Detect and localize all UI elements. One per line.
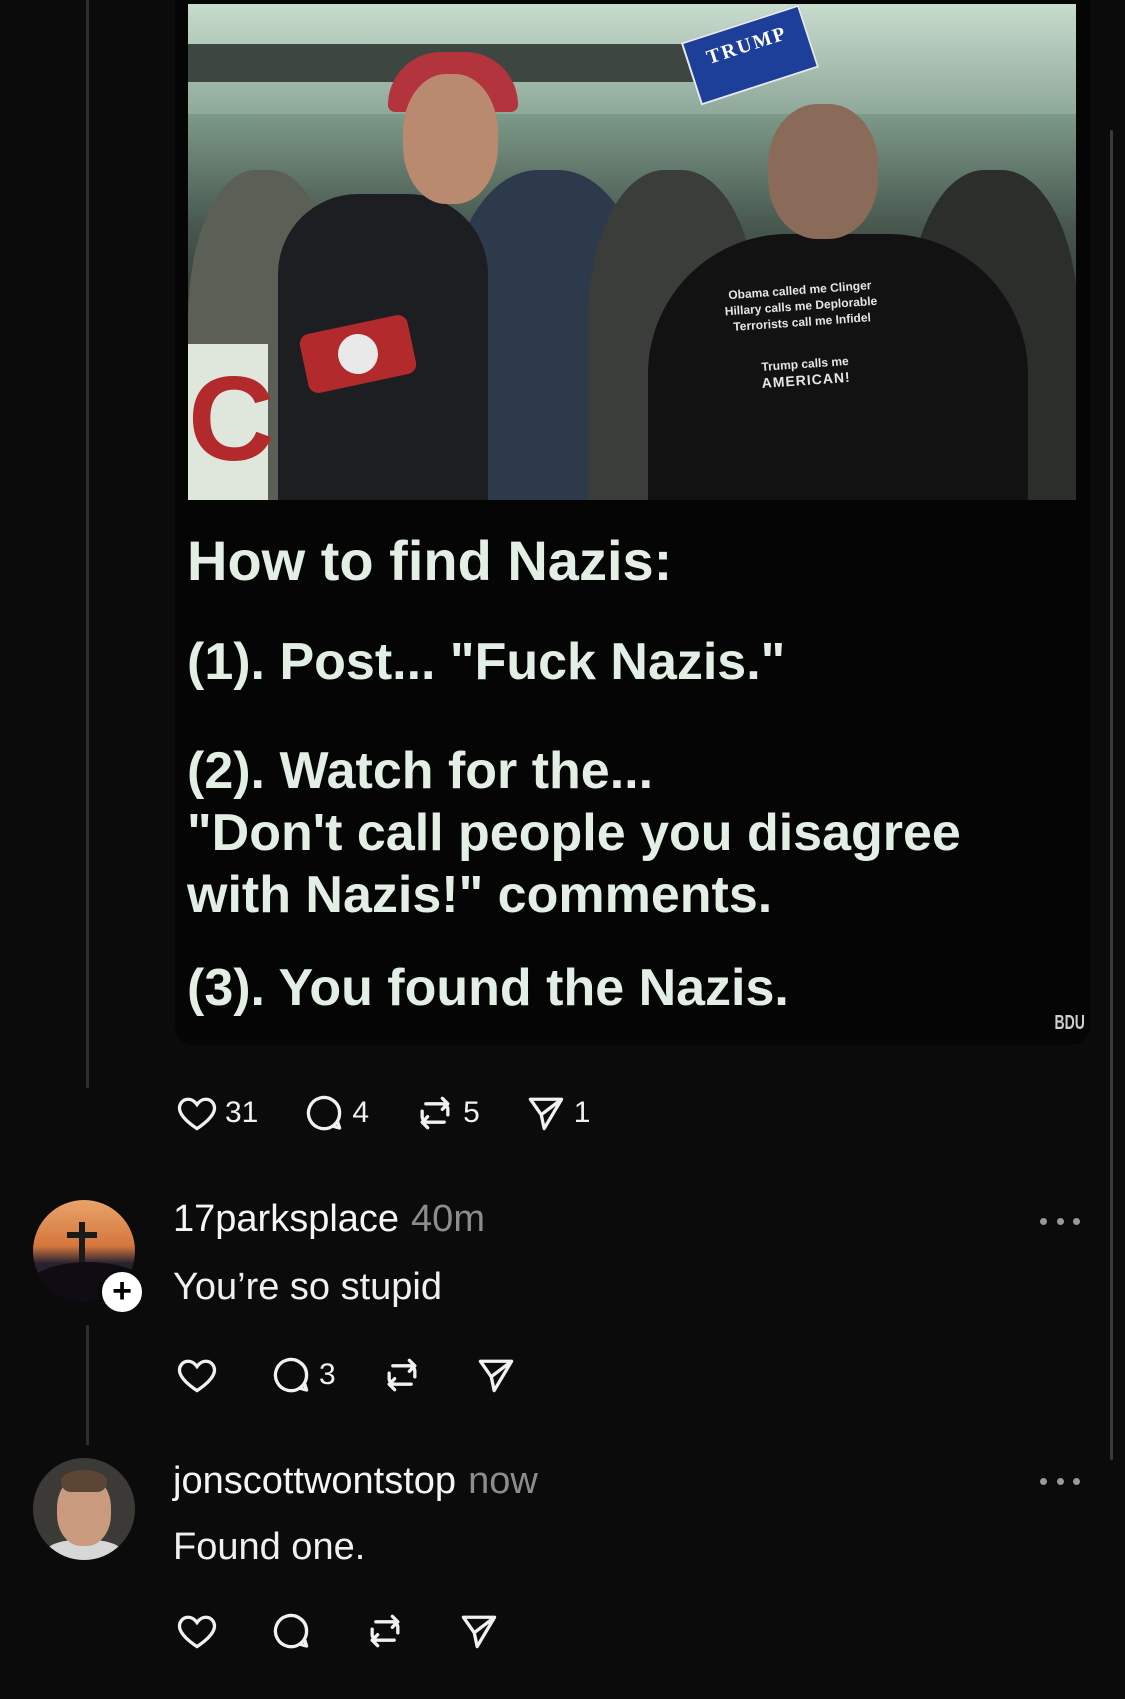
share-button[interactable]: 1 (524, 1091, 591, 1135)
reply-1-repost-button[interactable] (380, 1353, 430, 1397)
heart-icon (177, 1359, 217, 1393)
like-button[interactable]: 31 (175, 1091, 258, 1135)
reply-2-header: jonscottwontstop now (173, 1460, 538, 1503)
reply-1-reply-button[interactable]: 3 (269, 1353, 336, 1397)
meme-caption-step-2: (2). Watch for the... "Don't call people… (187, 742, 961, 924)
reply-1-header: 17parksplace 40m (173, 1198, 485, 1241)
repost-icon (420, 1096, 450, 1130)
post-image[interactable]: C TRUMP Obama called me Clinger Hillary … (175, 0, 1090, 1045)
reply-2-more-icon[interactable] (1040, 1478, 1080, 1492)
thread-line-top (86, 0, 89, 1088)
heart-icon (177, 1615, 217, 1649)
reply-2-reply-button[interactable] (269, 1609, 319, 1653)
reply-2-like-button[interactable] (175, 1609, 225, 1653)
scrollbar[interactable] (1110, 130, 1113, 1460)
reply-2-repost-button[interactable] (363, 1609, 413, 1653)
follow-plus-icon[interactable]: + (98, 1268, 146, 1316)
reply-1-reply-count: 3 (319, 1358, 336, 1391)
reply-2-share-button[interactable] (457, 1609, 507, 1653)
reply-1-username[interactable]: 17parksplace (173, 1198, 399, 1240)
reply-count: 4 (352, 1096, 370, 1129)
reply-1-like-button[interactable] (175, 1353, 225, 1397)
shirt-text: Obama called me Clinger Hillary calls me… (724, 278, 878, 391)
reply-1-more-icon[interactable] (1040, 1218, 1080, 1232)
reply-button[interactable]: 4 (302, 1091, 369, 1135)
reply-1-time: 40m (411, 1198, 485, 1240)
comment-icon (307, 1095, 342, 1131)
protest-sign-letter: C (188, 344, 275, 500)
reply-2-time: now (468, 1460, 538, 1502)
repost-icon (387, 1358, 417, 1392)
avatar-jonscottwontstop[interactable] (33, 1458, 135, 1560)
thread-line-mid (86, 1325, 89, 1445)
send-icon (478, 1359, 513, 1393)
repost-count: 5 (463, 1096, 480, 1129)
meme-photo: C TRUMP Obama called me Clinger Hillary … (188, 4, 1076, 500)
comment-icon (273, 1613, 309, 1649)
heart-icon (177, 1097, 217, 1131)
meme-caption-step-3: (3). You found the Nazis. (187, 959, 789, 1017)
send-icon (461, 1615, 497, 1649)
repost-icon (370, 1614, 400, 1648)
cross-image (79, 1222, 85, 1264)
comment-icon (273, 1357, 309, 1393)
reply-1-actions: 3 (175, 1350, 568, 1400)
post-actions: 31 4 5 1 (175, 1088, 634, 1138)
like-count: 31 (225, 1096, 259, 1129)
meme-caption-title: How to find Nazis: (187, 529, 673, 592)
share-count: 1 (573, 1096, 591, 1129)
send-icon (528, 1097, 563, 1131)
reply-2-username[interactable]: jonscottwontstop (173, 1460, 456, 1502)
reply-2-text: Found one. (173, 1526, 366, 1568)
watermark: BDU (1054, 1012, 1085, 1034)
meme-caption-step-1: (1). Post... "Fuck Nazis." (187, 633, 786, 691)
reply-1-share-button[interactable] (474, 1353, 524, 1397)
reply-1-text: You’re so stupid (173, 1266, 443, 1308)
repost-button[interactable]: 5 (413, 1091, 480, 1135)
reply-2-actions (175, 1606, 551, 1656)
